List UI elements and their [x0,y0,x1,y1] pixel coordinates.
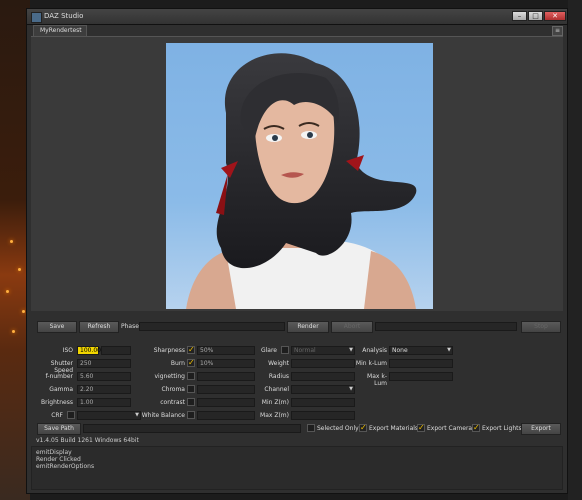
tab-myrendertest[interactable]: MyRendertest [33,25,87,36]
weight-field[interactable] [291,359,355,368]
selected-only-checkbox[interactable] [307,424,315,432]
channel-label: Channel [264,386,289,393]
gamma-field[interactable]: 2.20 [77,385,131,394]
spark [18,268,21,271]
white-balance-label: White Balance [141,412,185,419]
analysis-label: Analysis [362,347,387,354]
chevron-down-icon: ▼ [447,347,451,353]
sharpness-checkbox[interactable]: ✓ [187,346,195,354]
export-materials-label: Export Materials [369,425,419,432]
iso-field[interactable]: 100.00 [77,346,101,355]
background-desktop-right [568,0,582,500]
crf-checkbox[interactable] [67,411,75,419]
export-lights-label: Export Lights [482,425,522,432]
white-balance-field[interactable] [197,411,255,420]
glare-label: Glare [260,347,277,354]
minimize-button[interactable]: – [512,11,527,21]
export-materials-checkbox[interactable]: ✓ [359,424,367,432]
burn-field[interactable]: 10% [197,359,255,368]
iso-slider[interactable] [101,346,131,355]
daz-studio-window: DAZ Studio – □ ✕ MyRendertest ≡ Save Ref… [26,8,568,494]
title-bar[interactable]: DAZ Studio – □ ✕ [27,9,567,25]
pane-menu-icon[interactable]: ≡ [552,26,563,36]
max-z-label: Max Z(m) [260,412,289,419]
render-preview-image [166,43,433,309]
version-label: v1.4.05 Build 1261 Windows 64bit [36,437,139,444]
brightness-field[interactable]: 1.00 [77,398,131,407]
tab-strip: MyRendertest ≡ [31,25,563,37]
min-klum-field[interactable] [389,359,453,368]
sharpness-field[interactable]: 50% [197,346,255,355]
maximize-button[interactable]: □ [528,11,543,21]
phase-label: Phase [121,323,139,330]
vignetting-checkbox[interactable] [187,372,195,380]
glare-checkbox[interactable] [281,346,289,354]
max-klum-label: Max k-Lum [367,373,387,387]
chroma-label: Chroma [161,386,185,393]
log-output[interactable]: emitDisplay Render Clicked emitRenderOpt… [31,446,563,490]
refresh-button[interactable]: Refresh [79,321,119,333]
max-klum-field[interactable] [389,372,453,381]
burn-checkbox[interactable]: ✓ [187,359,195,367]
log-line: Render Clicked [36,456,81,463]
analysis-dropdown[interactable]: None ▼ [389,346,453,355]
phase-field [139,322,285,331]
export-button[interactable]: Export [521,423,561,435]
iso-label: ISO [62,347,73,354]
spark [22,310,25,313]
f-number-field[interactable]: 5.60 [77,372,131,381]
shutter-speed-field[interactable]: 250 [77,359,131,368]
sharpness-label: Sharpness [153,347,185,354]
chevron-down-icon: ▼ [349,347,353,353]
contrast-checkbox[interactable] [187,398,195,406]
save-path-field[interactable] [83,424,301,433]
log-line: emitRenderOptions [36,463,95,470]
vignetting-field[interactable] [197,372,255,381]
close-button[interactable]: ✕ [544,11,566,21]
export-lights-checkbox[interactable]: ✓ [472,424,480,432]
selected-only-label: Selected Only [317,425,359,432]
spark [10,240,13,243]
radius-field[interactable] [291,372,355,381]
channel-dropdown[interactable]: ▼ [291,385,355,394]
log-line: emitDisplay [36,449,72,456]
analysis-value: None [392,347,408,354]
brightness-label: Brightness [41,399,73,406]
min-z-field[interactable] [291,398,355,407]
weight-label: Weight [268,360,289,367]
progress-field [375,322,517,331]
gamma-label: Gamma [49,386,73,393]
render-preview-pane [31,37,563,311]
glare-dropdown[interactable]: Normal ▼ [291,346,355,355]
white-balance-checkbox[interactable] [187,411,195,419]
spark [12,330,15,333]
crf-label: CRF [51,412,63,419]
min-klum-label: Min k-Lum [355,360,387,367]
contrast-field[interactable] [197,398,255,407]
radius-label: Radius [268,373,289,380]
app-icon [31,12,42,23]
export-camera-label: Export Camera [427,425,473,432]
abort-button[interactable]: Abort [331,321,373,333]
chevron-down-icon: ▼ [349,386,353,392]
render-button[interactable]: Render [287,321,329,333]
vignetting-label: vignetting [154,373,185,380]
f-number-label: f-number [45,373,73,380]
shutter-speed-label: Shutter Speed [50,360,73,374]
chroma-checkbox[interactable] [187,385,195,393]
save-path-button[interactable]: Save Path [37,423,81,435]
contrast-label: contrast [160,399,185,406]
burn-label: Burn [170,360,185,367]
save-button[interactable]: Save [37,321,77,333]
export-camera-checkbox[interactable]: ✓ [417,424,425,432]
stop-button[interactable]: Stop [521,321,561,333]
spark [6,290,9,293]
crf-dropdown[interactable]: ▼ [77,411,141,420]
window-title: DAZ Studio [44,12,84,20]
glare-value: Normal [294,347,316,354]
chroma-field[interactable] [197,385,255,394]
min-z-label: Min Z(m) [261,399,289,406]
max-z-field[interactable] [291,411,355,420]
